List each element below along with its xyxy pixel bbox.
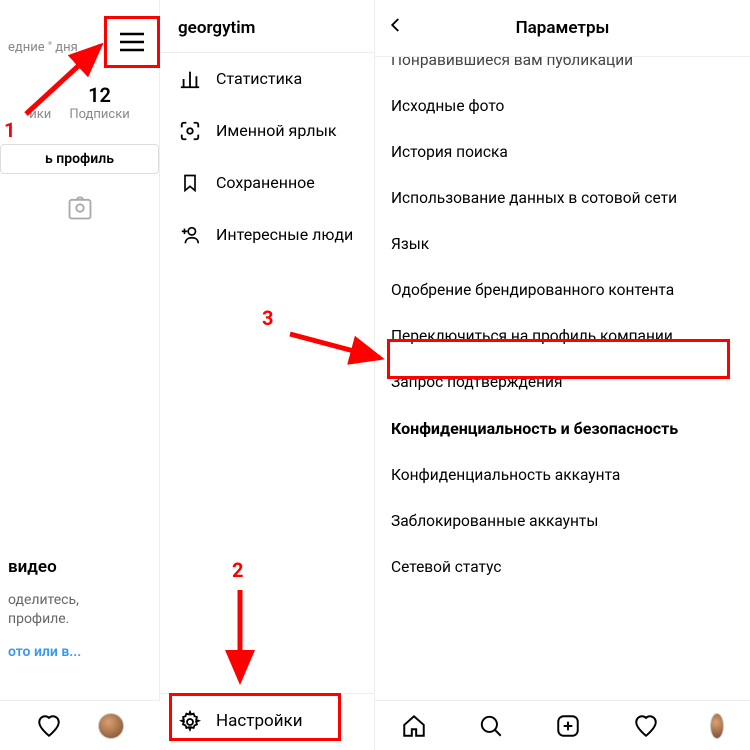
- settings-item-account-privacy[interactable]: Конфиденциальность аккаунта: [375, 452, 750, 498]
- profile-column: едние " дня ики 12 Подписки ь профиль: [0, 0, 160, 750]
- add-people-icon: [178, 223, 202, 247]
- annotation-number-2: 2: [232, 558, 243, 582]
- settings-item-activity-status[interactable]: Сетевой статус: [375, 544, 750, 590]
- activity-heart-icon[interactable]: [633, 713, 659, 739]
- menu-label: Именной ярлык: [216, 121, 337, 141]
- following-stat[interactable]: 12 Подписки: [69, 83, 129, 122]
- following-count: 12: [69, 83, 129, 107]
- settings-header: Параметры: [375, 0, 750, 57]
- edit-profile-button[interactable]: ь профиль: [0, 144, 159, 174]
- settings-item-liked-posts[interactable]: Понравившиеся вам публикации: [375, 57, 750, 83]
- video-desc-line: оделитесь,: [8, 591, 151, 611]
- menu-item-insights[interactable]: Статистика: [160, 53, 374, 105]
- settings-item-language[interactable]: Язык: [375, 221, 750, 267]
- new-post-icon[interactable]: [555, 713, 581, 739]
- menu-item-discover-people[interactable]: Интересные люди: [160, 209, 374, 261]
- menu-label: Сохраненное: [216, 173, 315, 193]
- bottom-nav-right: [375, 700, 750, 750]
- nametag-icon: [178, 119, 202, 143]
- bottom-nav-left: [0, 700, 160, 750]
- back-button[interactable]: [387, 16, 411, 40]
- search-icon[interactable]: [478, 713, 504, 739]
- settings-item-branded-content[interactable]: Одобрение брендированного контента: [375, 267, 750, 313]
- profile-avatar-icon[interactable]: [710, 713, 724, 739]
- home-icon[interactable]: [401, 713, 427, 739]
- upload-link[interactable]: ото или в...: [8, 644, 151, 660]
- chart-icon: [178, 67, 202, 91]
- menu-label: Интересные люди: [216, 225, 353, 245]
- profile-avatar-icon[interactable]: [98, 713, 124, 739]
- annotation-number-1: 1: [4, 118, 15, 142]
- drawer-username: georgytim: [160, 0, 374, 53]
- video-desc-line: профиле.: [8, 610, 151, 630]
- following-label: Подписки: [69, 107, 129, 122]
- settings-section-privacy: Конфиденциальность и безопасность: [375, 405, 750, 452]
- settings-item-original-photos[interactable]: Исходные фото: [375, 83, 750, 129]
- edit-profile-label: ь профиль: [45, 151, 114, 167]
- settings-screen: Параметры Понравившиеся вам публикации И…: [375, 0, 750, 750]
- avatar: [98, 713, 124, 739]
- menu-item-saved[interactable]: Сохраненное: [160, 157, 374, 209]
- stat-label-followers-fragment: ики: [29, 107, 51, 122]
- menu-item-nametag[interactable]: Именной ярлык: [160, 105, 374, 157]
- drawer-settings-button[interactable]: Настройки: [160, 693, 374, 750]
- annotation-number-3: 3: [262, 306, 273, 330]
- settings-item-switch-business[interactable]: Переключиться на профиль компании: [375, 313, 750, 359]
- menu-label: Статистика: [216, 69, 302, 89]
- settings-label: Настройки: [216, 711, 303, 732]
- settings-item-search-history[interactable]: История поиска: [375, 129, 750, 175]
- tagged-tab-icon[interactable]: [0, 194, 159, 226]
- settings-item-blocked-accounts[interactable]: Заблокированные аккаунты: [375, 498, 750, 544]
- settings-title: Параметры: [516, 18, 610, 38]
- settings-item-request-verification[interactable]: Запрос подтверждения: [375, 359, 750, 405]
- settings-list[interactable]: Понравившиеся вам публикации Исходные фо…: [375, 57, 750, 750]
- settings-item-cellular-data[interactable]: Использование данных в сотовой сети: [375, 175, 750, 221]
- hamburger-menu-button[interactable]: [110, 20, 154, 64]
- video-section-title: видео: [8, 557, 151, 577]
- gear-icon: [178, 710, 202, 734]
- avatar: [710, 713, 724, 739]
- drawer-menu: georgytim Статистика Именной ярлык: [160, 0, 375, 750]
- hamburger-icon: [119, 32, 145, 52]
- bookmark-icon: [178, 171, 202, 195]
- activity-heart-icon[interactable]: [36, 713, 62, 739]
